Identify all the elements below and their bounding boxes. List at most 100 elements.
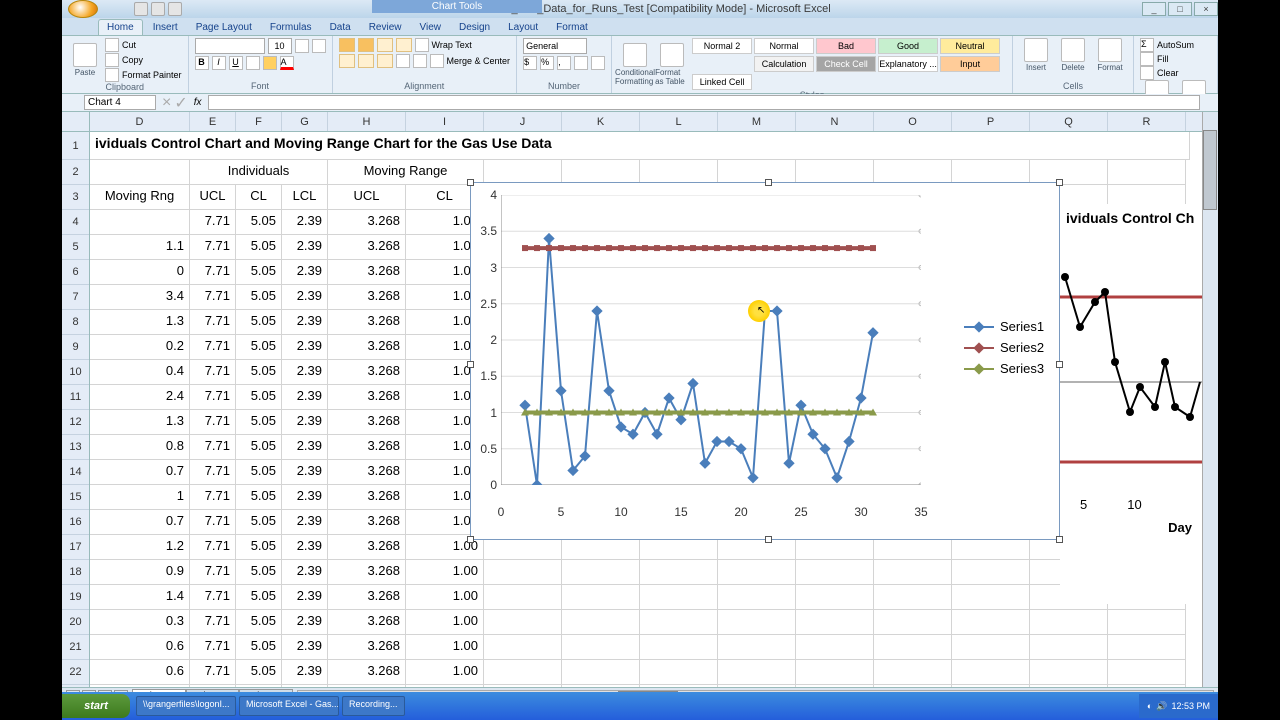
- cell[interactable]: 5.05: [236, 235, 282, 260]
- cell[interactable]: 5.05: [236, 210, 282, 235]
- row-header[interactable]: 16: [62, 510, 89, 535]
- cell[interactable]: UCL: [190, 185, 236, 210]
- autosum-icon[interactable]: Σ: [1140, 38, 1154, 52]
- cell[interactable]: [952, 660, 1030, 685]
- underline-icon[interactable]: U: [229, 56, 243, 70]
- cell[interactable]: [796, 635, 874, 660]
- row-header[interactable]: 19: [62, 585, 89, 610]
- cell[interactable]: 3.268: [328, 485, 406, 510]
- system-tray[interactable]: ◐ 🔊 12:53 PM: [1139, 694, 1218, 718]
- orientation-icon[interactable]: [396, 38, 412, 52]
- legend-entry[interactable]: Series3: [964, 361, 1049, 376]
- cell[interactable]: [90, 210, 190, 235]
- cell[interactable]: 5.05: [236, 360, 282, 385]
- column-header[interactable]: Q: [1030, 112, 1108, 131]
- cell[interactable]: 3.268: [328, 535, 406, 560]
- cell[interactable]: 2.39: [282, 460, 328, 485]
- cell-style-check-cell[interactable]: Check Cell: [816, 56, 876, 72]
- cell[interactable]: [640, 610, 718, 635]
- cell[interactable]: [952, 610, 1030, 635]
- shrink-font-icon[interactable]: [312, 39, 326, 53]
- cell[interactable]: UCL: [328, 185, 406, 210]
- row-header[interactable]: 15: [62, 485, 89, 510]
- cell[interactable]: [640, 635, 718, 660]
- wrap-text-icon[interactable]: [415, 38, 429, 52]
- cell[interactable]: 7.71: [190, 685, 236, 687]
- cell-style-bad[interactable]: Bad: [816, 38, 876, 54]
- cell[interactable]: [640, 685, 718, 687]
- cell[interactable]: [952, 635, 1030, 660]
- cell[interactable]: 2.39: [282, 660, 328, 685]
- row-header[interactable]: 18: [62, 560, 89, 585]
- cell[interactable]: [952, 685, 1030, 687]
- conditional-formatting-button[interactable]: Conditional Formatting: [618, 43, 652, 86]
- cell[interactable]: 3.268: [328, 285, 406, 310]
- cell[interactable]: [796, 685, 874, 687]
- cut-icon[interactable]: [105, 38, 119, 52]
- cell[interactable]: 3.268: [328, 310, 406, 335]
- start-button[interactable]: start: [62, 694, 130, 718]
- cell[interactable]: 7.71: [190, 285, 236, 310]
- cell[interactable]: 1.00: [406, 635, 484, 660]
- row-header[interactable]: 11: [62, 385, 89, 410]
- cell[interactable]: 5.05: [236, 285, 282, 310]
- column-header[interactable]: J: [484, 112, 562, 131]
- cell[interactable]: 7.71: [190, 410, 236, 435]
- select-all-corner[interactable]: [62, 112, 90, 132]
- cell[interactable]: Individuals: [190, 160, 328, 185]
- cell[interactable]: 7.71: [190, 435, 236, 460]
- merge-icon[interactable]: [430, 54, 444, 68]
- cell[interactable]: 2.39: [282, 360, 328, 385]
- tab-view[interactable]: View: [411, 20, 449, 35]
- tab-insert[interactable]: Insert: [145, 20, 186, 35]
- cell[interactable]: 5.05: [236, 660, 282, 685]
- column-header[interactable]: N: [796, 112, 874, 131]
- cell[interactable]: 7.71: [190, 535, 236, 560]
- italic-icon[interactable]: I: [212, 56, 226, 70]
- fill-icon[interactable]: [1140, 52, 1154, 66]
- cell[interactable]: 2.39: [282, 310, 328, 335]
- cell[interactable]: 5.05: [236, 410, 282, 435]
- taskbar-item[interactable]: Recording...: [342, 696, 405, 716]
- side-chart[interactable]: ividuals Control Ch 5 10 Day: [1060, 204, 1202, 604]
- cell[interactable]: 2.39: [282, 685, 328, 687]
- cell[interactable]: 7.71: [190, 635, 236, 660]
- cell[interactable]: 1.1: [90, 235, 190, 260]
- name-box[interactable]: [84, 95, 156, 110]
- cell[interactable]: 1.2: [90, 535, 190, 560]
- bold-icon[interactable]: B: [195, 56, 209, 70]
- cell[interactable]: 1.00: [406, 560, 484, 585]
- tab-page-layout[interactable]: Page Layout: [188, 20, 260, 35]
- cell[interactable]: [484, 560, 562, 585]
- cell[interactable]: [874, 635, 952, 660]
- chart-legend[interactable]: Series1Series2Series3: [964, 313, 1049, 382]
- column-header[interactable]: D: [90, 112, 190, 131]
- legend-entry[interactable]: Series2: [964, 340, 1049, 355]
- row-header[interactable]: 9: [62, 335, 89, 360]
- cell[interactable]: 5.05: [236, 535, 282, 560]
- cell[interactable]: 3.268: [328, 560, 406, 585]
- cell[interactable]: 7.71: [190, 485, 236, 510]
- cell[interactable]: 1.3: [90, 410, 190, 435]
- comma-icon[interactable]: ,: [557, 56, 571, 70]
- row-header[interactable]: 13: [62, 435, 89, 460]
- cell[interactable]: [640, 585, 718, 610]
- row-header[interactable]: 5: [62, 235, 89, 260]
- vertical-scrollbar[interactable]: [1202, 112, 1218, 687]
- cell[interactable]: 2.39: [282, 260, 328, 285]
- cell[interactable]: [796, 610, 874, 635]
- cell[interactable]: [90, 160, 190, 185]
- cell[interactable]: 5.05: [236, 585, 282, 610]
- cell-style-input[interactable]: Input: [940, 56, 1000, 72]
- fx-icon[interactable]: fx: [194, 97, 202, 108]
- cell[interactable]: 3.268: [328, 460, 406, 485]
- cell[interactable]: 3.268: [328, 585, 406, 610]
- cell[interactable]: 2.39: [282, 435, 328, 460]
- currency-icon[interactable]: $: [523, 56, 537, 70]
- cell[interactable]: 7.71: [190, 335, 236, 360]
- row-header[interactable]: 21: [62, 635, 89, 660]
- cell[interactable]: [484, 635, 562, 660]
- cell[interactable]: CL: [236, 185, 282, 210]
- cell[interactable]: ividuals Control Chart and Moving Range …: [90, 132, 1190, 160]
- cell[interactable]: 7.71: [190, 585, 236, 610]
